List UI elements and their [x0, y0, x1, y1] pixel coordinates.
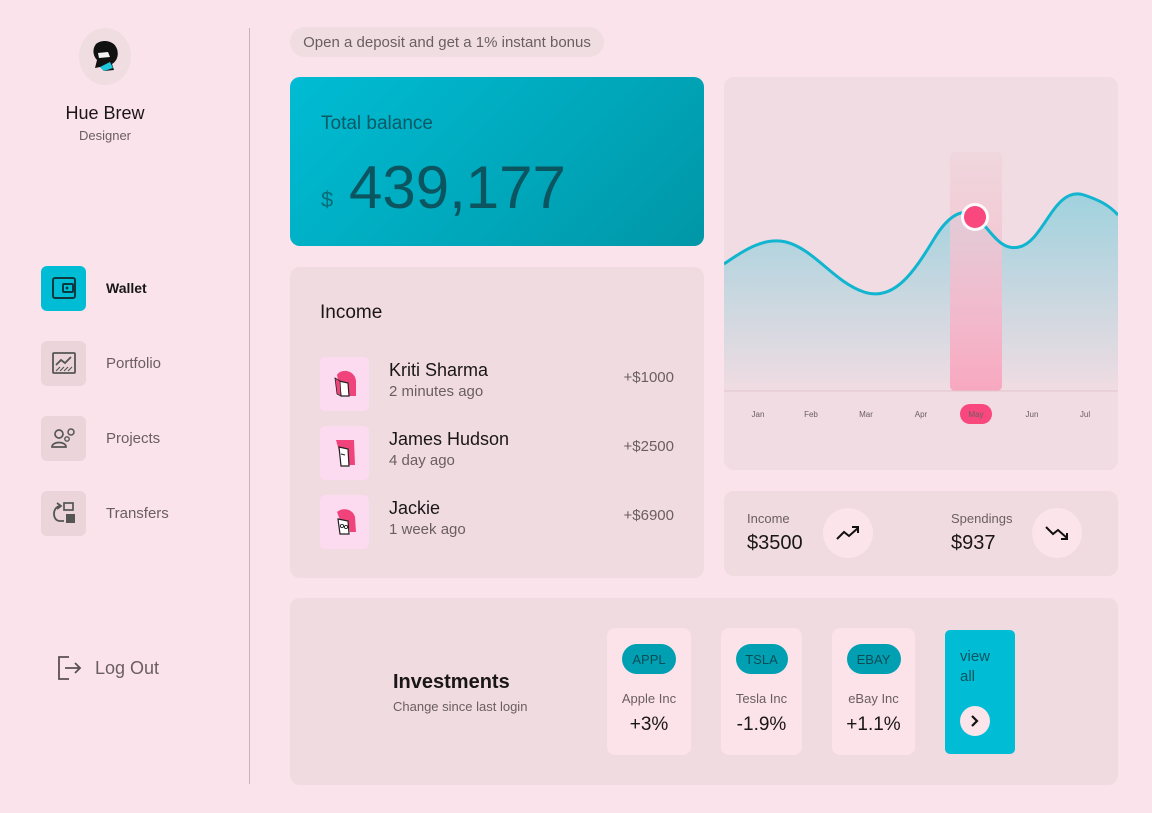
sidebar-item-portfolio[interactable]: Portfolio	[41, 340, 161, 386]
month-label-jun[interactable]: Jun	[1026, 410, 1039, 419]
area-chart: Jan Feb Mar Apr May Jun Jul	[724, 152, 1118, 424]
stock-name: eBay Inc	[848, 691, 899, 706]
month-label-mar[interactable]: Mar	[859, 410, 873, 419]
stock-ticker: APPL	[622, 644, 676, 674]
income-row[interactable]: Jackie 1 week ago +$6900	[320, 495, 680, 550]
sidebar-item-label: Transfers	[106, 504, 169, 522]
person-avatar-icon	[336, 509, 356, 535]
income-amount: +$2500	[623, 438, 674, 455]
month-label-feb[interactable]: Feb	[804, 410, 818, 419]
sidebar-item-label: Portfolio	[106, 354, 162, 372]
income-time: 2 minutes ago	[389, 383, 484, 400]
avatar	[320, 357, 369, 411]
transfer-icon	[41, 490, 86, 536]
spendings-stat-value: $937	[951, 532, 996, 554]
income-time: 4 day ago	[389, 452, 455, 469]
balance-title: Total balance	[321, 113, 433, 134]
sidebar-divider	[249, 28, 250, 784]
balance-card: Total balance $ 439,177	[290, 77, 704, 246]
spendings-stat-label: Spendings	[951, 511, 1013, 526]
chart-icon	[41, 340, 86, 386]
income-name: Kriti Sharma	[389, 360, 489, 380]
stock-change: -1.9%	[736, 714, 787, 735]
income-name: James Hudson	[389, 429, 510, 449]
income-title: Income	[320, 302, 383, 323]
person-avatar-icon	[334, 370, 356, 397]
logout-label: Log Out	[95, 657, 160, 678]
income-amount: +$6900	[623, 507, 674, 524]
trending-down-icon[interactable]	[1032, 508, 1082, 558]
stock-change: +1.1%	[846, 714, 901, 735]
stock-name: Apple Inc	[621, 691, 677, 706]
month-label-jul[interactable]: Jul	[1080, 410, 1090, 419]
avatar[interactable]	[79, 28, 131, 85]
income-row[interactable]: James Hudson 4 day ago +$2500	[320, 426, 680, 481]
month-label-apr[interactable]: Apr	[915, 410, 928, 419]
sidebar: Hue Brew Designer Wallet Portfolio Proje…	[0, 0, 250, 813]
avatar	[320, 426, 369, 480]
income-row[interactable]: Kriti Sharma 2 minutes ago +$1000	[320, 357, 680, 412]
user-role: Designer	[78, 128, 132, 143]
stock-card[interactable]: EBAY eBay Inc +1.1%	[832, 628, 915, 755]
person-avatar-icon	[335, 440, 355, 467]
income-card: Income Kriti Sharma 2 minutes ago +$1000…	[290, 267, 704, 578]
sidebar-item-projects[interactable]: Projects	[41, 415, 160, 461]
investments-subtitle: Change since last login	[393, 699, 528, 714]
chart-point-may-dot	[964, 206, 986, 228]
month-label-jan[interactable]: Jan	[752, 410, 765, 419]
stock-ticker: EBAY	[846, 644, 901, 674]
promo-banner[interactable]: Open a deposit and get a 1% instant bonu…	[290, 27, 604, 57]
masked-person-avatar-icon	[93, 40, 118, 71]
logout-icon	[58, 656, 82, 680]
balance-currency: $	[321, 187, 334, 212]
balance-chart: Jan Feb Mar Apr May Jun Jul	[724, 77, 1118, 470]
logout-button[interactable]: Log Out	[57, 655, 159, 681]
investments-title: Investments	[393, 671, 510, 693]
stock-card[interactable]: APPL Apple Inc +3%	[607, 628, 691, 755]
stock-card[interactable]: TSLA Tesla Inc -1.9%	[721, 628, 802, 755]
view-all-button[interactable]: view all	[945, 630, 1015, 754]
team-settings-icon	[41, 415, 86, 461]
stock-ticker: TSLA	[735, 644, 788, 674]
balance-amount: 439,177	[349, 154, 566, 221]
month-label-may[interactable]: May	[968, 410, 983, 419]
income-amount: +$1000	[623, 369, 674, 386]
avatar	[320, 495, 369, 549]
stock-change: +3%	[629, 714, 669, 735]
highlight-bar	[950, 152, 1002, 391]
income-stat-value: $3500	[747, 532, 803, 554]
investments-card: Investments Change since last login APPL…	[290, 598, 1118, 785]
wallet-icon	[41, 265, 86, 311]
sidebar-item-label: Projects	[106, 429, 161, 447]
income-name: Jackie	[389, 498, 441, 518]
view-all-label: view all	[960, 648, 991, 685]
trending-up-icon[interactable]	[823, 508, 873, 558]
stock-name: Tesla Inc	[735, 691, 788, 706]
sidebar-item-label: Wallet	[106, 280, 147, 296]
sidebar-item-wallet[interactable]: Wallet	[41, 265, 147, 311]
sidebar-item-transfers[interactable]: Transfers	[41, 490, 169, 536]
user-name: Hue Brew	[65, 103, 145, 123]
stats-card: Income $3500 Spendings $937	[724, 491, 1118, 576]
income-time: 1 week ago	[389, 521, 466, 538]
income-stat-label: Income	[747, 511, 790, 526]
chart-area-fill	[724, 193, 1118, 391]
chevron-right-icon[interactable]	[960, 706, 990, 736]
